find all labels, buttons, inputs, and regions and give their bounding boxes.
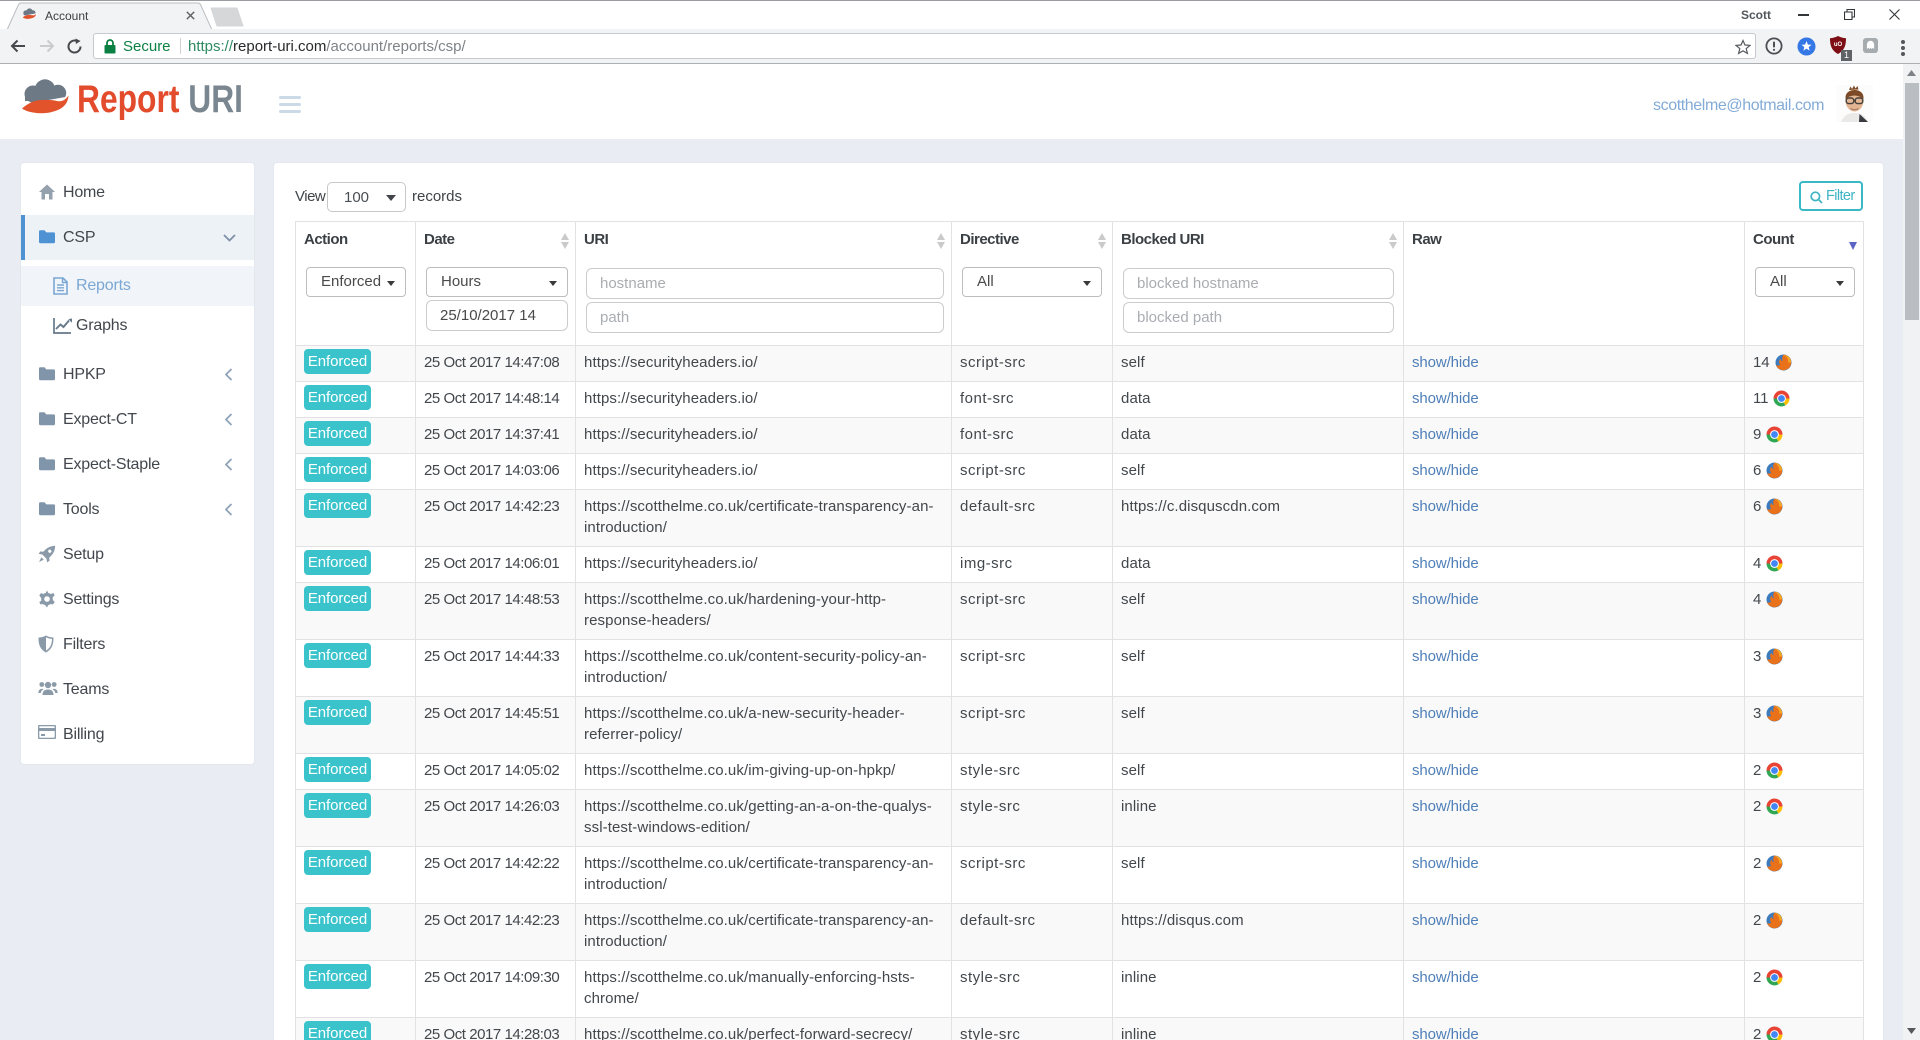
svg-text:uO: uO — [1834, 42, 1843, 48]
